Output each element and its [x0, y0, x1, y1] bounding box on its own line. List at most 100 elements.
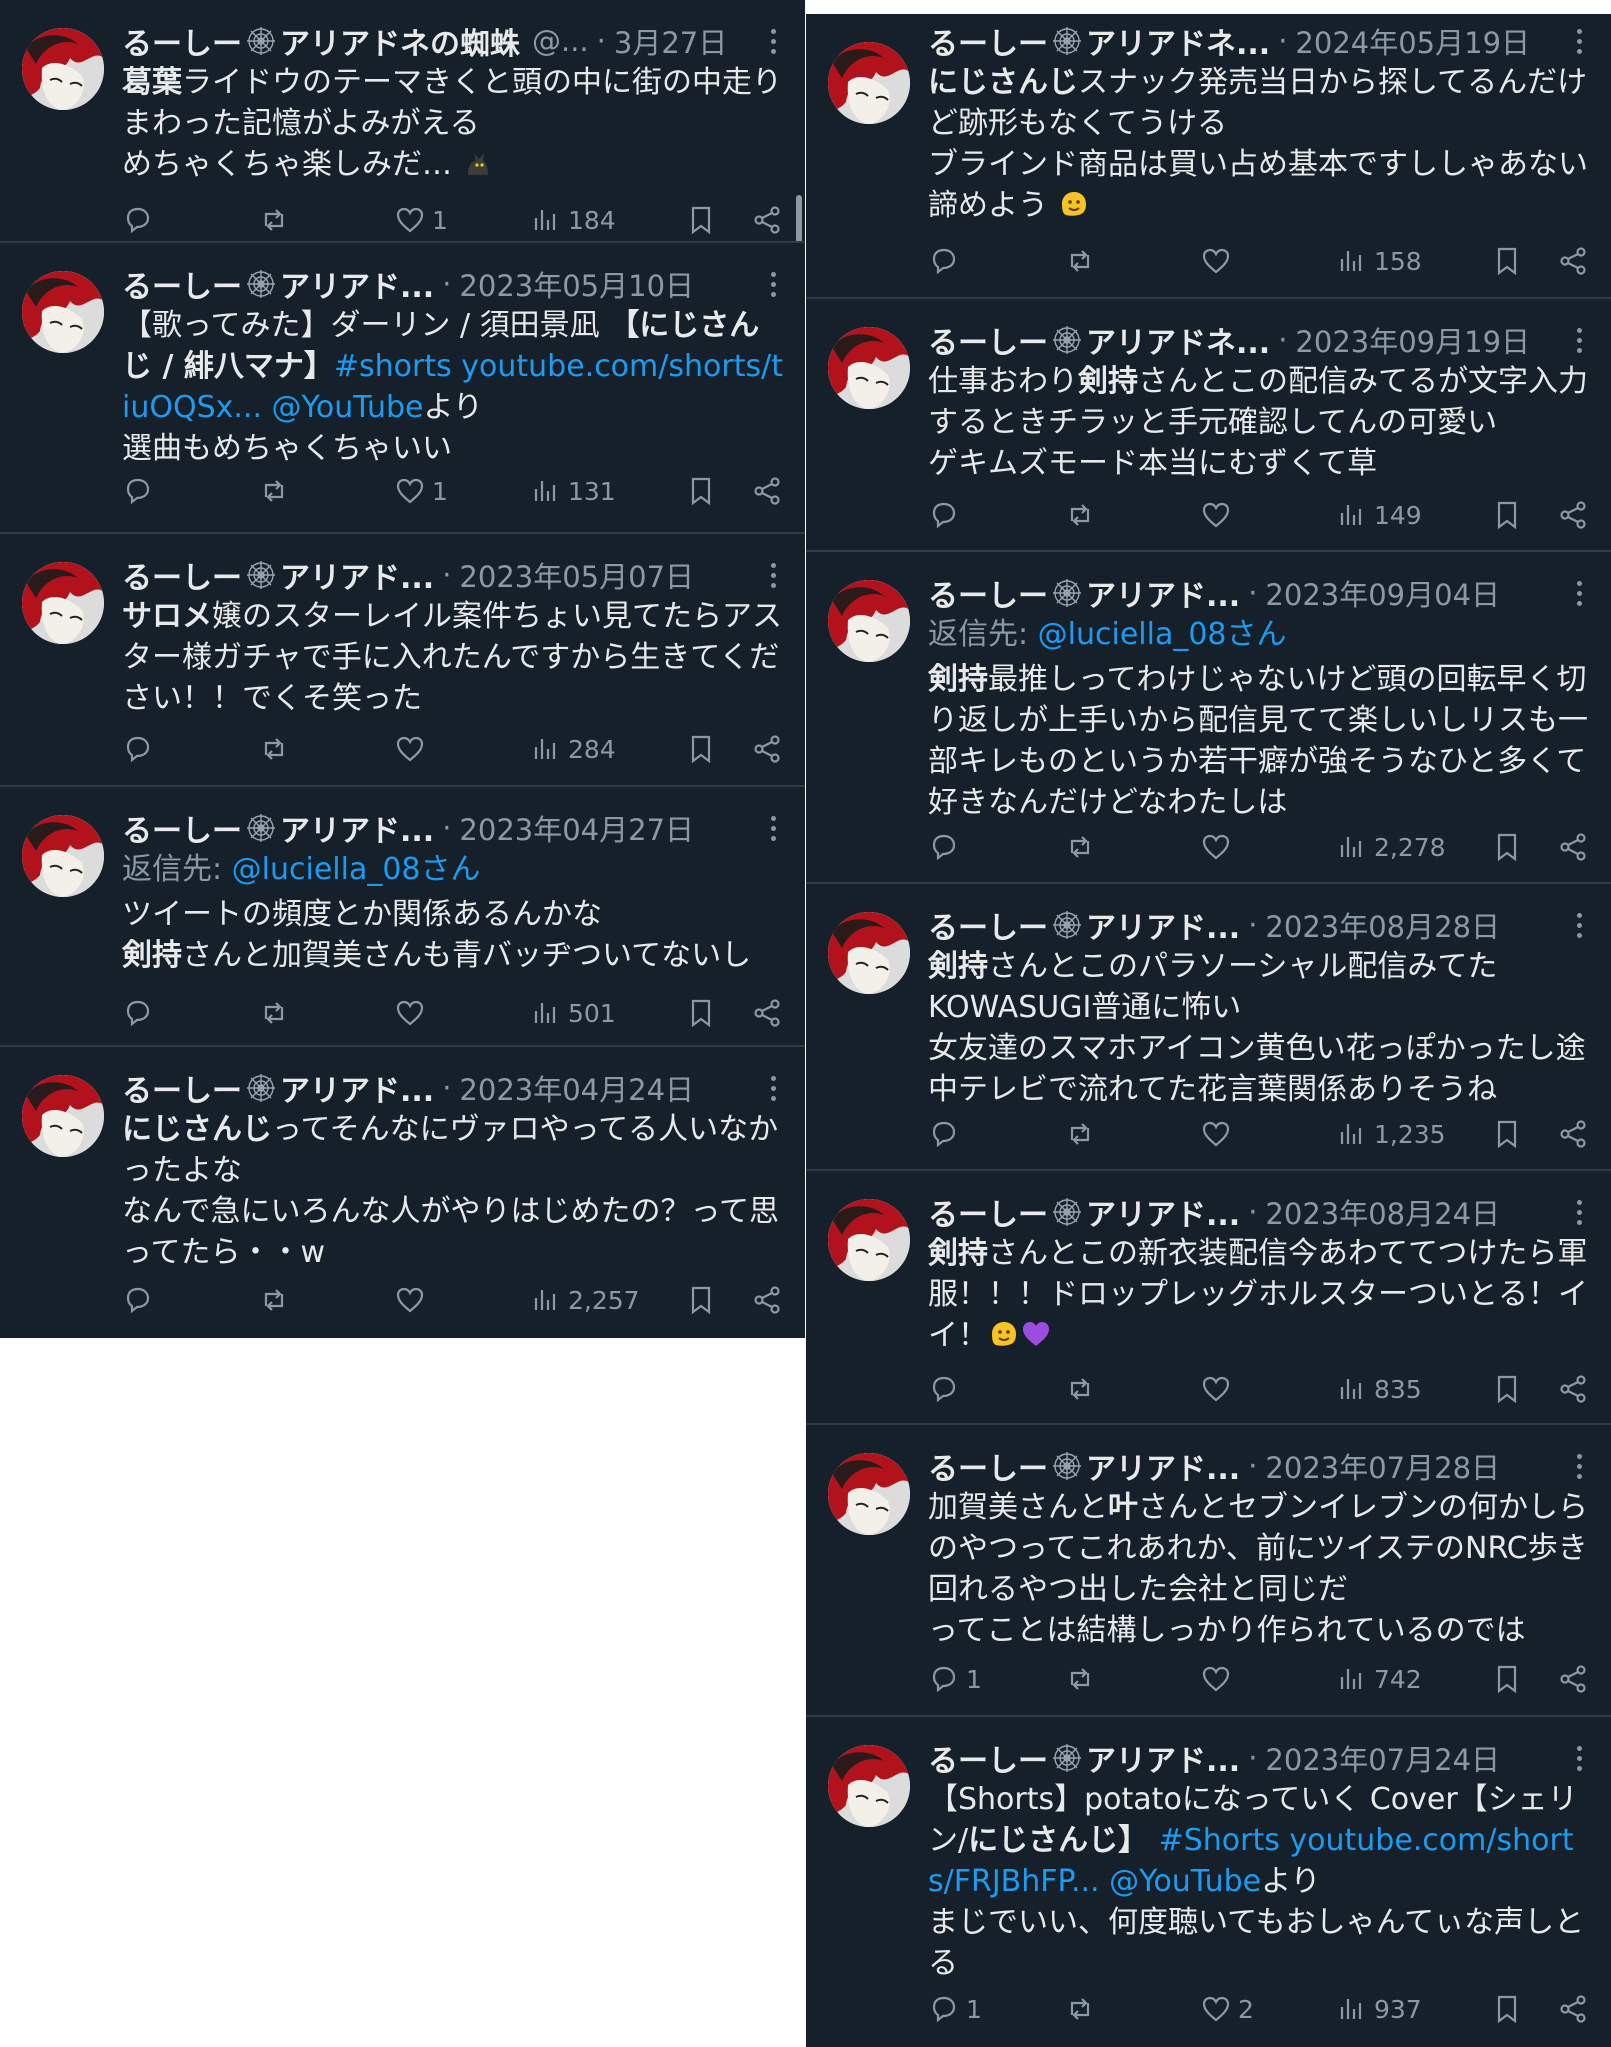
post-date[interactable]: 2023年05月07日 [459, 554, 694, 596]
share-button[interactable] [751, 204, 783, 236]
views-button[interactable]: 937 [1336, 1993, 1422, 2025]
user-name-suffix[interactable]: アリアドネ... [1086, 20, 1270, 62]
user-name-suffix[interactable]: アリアド... [1086, 572, 1240, 614]
mention-link[interactable]: @YouTube [262, 390, 424, 425]
bookmark-button[interactable] [685, 204, 717, 236]
views-button[interactable]: 149 [1336, 499, 1422, 531]
like-button[interactable]: 1 [394, 475, 448, 507]
user-name-suffix[interactable]: アリアド... [280, 1067, 434, 1109]
user-name-suffix[interactable]: アリアド... [280, 263, 434, 305]
share-button[interactable] [1557, 1663, 1589, 1695]
post-date[interactable]: 2024年05月19日 [1295, 20, 1530, 62]
tweet-card[interactable]: るーしー アリアド... · 2023年05月07日 サロメ嬢のスターレイル案件… [0, 534, 805, 787]
avatar[interactable] [828, 1745, 910, 1827]
views-button[interactable]: 284 [530, 733, 616, 765]
like-button[interactable] [1200, 1663, 1232, 1695]
user-name[interactable]: るーしー [928, 904, 1048, 946]
avatar[interactable] [828, 42, 910, 124]
avatar[interactable] [828, 912, 910, 994]
share-button[interactable] [1557, 1993, 1589, 2025]
user-name[interactable]: るーしー [122, 807, 242, 849]
tweet-card[interactable]: るーしー アリアド... · 2023年05月10日 【歌ってみた】ダーリン /… [0, 243, 805, 534]
reply-to-user-link[interactable]: @luciella_08さん [232, 852, 481, 887]
avatar[interactable] [22, 271, 104, 353]
tweet-card[interactable]: るーしー アリアド... · 2023年09月04日 返信先: @luciell… [806, 552, 1611, 884]
reply-button[interactable] [928, 499, 960, 531]
retweet-button[interactable] [1064, 1118, 1096, 1150]
user-name-suffix[interactable]: アリアド... [1086, 904, 1240, 946]
user-name-suffix[interactable]: アリアドネ... [1086, 319, 1270, 361]
share-button[interactable] [751, 1284, 783, 1316]
avatar[interactable] [22, 815, 104, 897]
views-button[interactable]: 2,257 [530, 1284, 640, 1316]
reply-button[interactable] [122, 1284, 154, 1316]
user-name[interactable]: るーしー [122, 20, 242, 62]
avatar[interactable] [828, 580, 910, 662]
share-button[interactable] [1557, 831, 1589, 863]
user-name[interactable]: るーしー [928, 572, 1048, 614]
post-date[interactable]: 2023年07月28日 [1265, 1445, 1500, 1487]
share-button[interactable] [751, 733, 783, 765]
retweet-button[interactable] [258, 1284, 290, 1316]
bookmark-button[interactable] [685, 475, 717, 507]
avatar[interactable] [828, 1199, 910, 1281]
user-name-suffix[interactable]: アリアドネの蜘蛛 [280, 20, 520, 62]
views-button[interactable]: 1,235 [1336, 1118, 1446, 1150]
tweet-card[interactable]: るーしー アリアドネ... · 2023年09月19日 仕事おわり剣持さんとこの… [806, 299, 1611, 552]
user-name-suffix[interactable]: アリアド... [280, 554, 434, 596]
reply-button[interactable] [928, 1373, 960, 1405]
tweet-card[interactable]: るーしー アリアド... · 2023年08月28日 剣持さんとこのパラソーシャ… [806, 884, 1611, 1171]
reply-button[interactable] [122, 997, 154, 1029]
retweet-button[interactable] [258, 733, 290, 765]
more-options-icon[interactable] [1569, 28, 1589, 54]
post-date[interactable]: 2023年05月10日 [459, 263, 694, 305]
views-button[interactable]: 131 [530, 475, 616, 507]
bookmark-button[interactable] [685, 733, 717, 765]
more-options-icon[interactable] [1569, 912, 1589, 938]
retweet-button[interactable] [1064, 499, 1096, 531]
like-button[interactable]: 1 [394, 204, 448, 236]
views-button[interactable]: 2,278 [1336, 831, 1446, 863]
retweet-button[interactable] [1064, 1663, 1096, 1695]
like-button[interactable] [1200, 831, 1232, 863]
retweet-button[interactable] [1064, 831, 1096, 863]
more-options-icon[interactable] [763, 1075, 783, 1101]
post-date[interactable]: 2023年04月27日 [459, 807, 694, 849]
retweet-button[interactable] [258, 204, 290, 236]
views-button[interactable]: 501 [530, 997, 616, 1029]
bookmark-button[interactable] [1491, 1663, 1523, 1695]
post-date[interactable]: 2023年08月24日 [1265, 1191, 1500, 1233]
bookmark-button[interactable] [1491, 1118, 1523, 1150]
like-button[interactable] [394, 997, 426, 1029]
bookmark-button[interactable] [1491, 831, 1523, 863]
user-name-suffix[interactable]: アリアド... [1086, 1445, 1240, 1487]
bookmark-button[interactable] [1491, 1993, 1523, 2025]
tweet-card[interactable]: るーしー アリアドネ... · 2024年05月19日 にじさんじスナック発売当… [806, 14, 1611, 299]
share-button[interactable] [1557, 245, 1589, 277]
share-button[interactable] [1557, 1118, 1589, 1150]
tweet-card[interactable]: るーしー アリアド... · 2023年04月27日 返信先: @luciell… [0, 787, 805, 1047]
user-name[interactable]: るーしー [928, 1445, 1048, 1487]
like-button[interactable] [394, 1284, 426, 1316]
post-date[interactable]: 3月27日 [614, 20, 727, 62]
more-options-icon[interactable] [1569, 1745, 1589, 1771]
user-name-suffix[interactable]: アリアド... [280, 807, 434, 849]
avatar[interactable] [828, 327, 910, 409]
reply-button[interactable] [928, 1118, 960, 1150]
more-options-icon[interactable] [763, 562, 783, 588]
like-button[interactable]: 2 [1200, 1993, 1254, 2025]
mention-link[interactable]: @YouTube [1100, 1864, 1261, 1899]
like-button[interactable] [1200, 1373, 1232, 1405]
tweet-card[interactable]: るーしー アリアド... · 2023年08月24日 剣持さんとこの新衣装配信今… [806, 1171, 1611, 1425]
bookmark-button[interactable] [1491, 499, 1523, 531]
reply-button[interactable] [928, 831, 960, 863]
reply-to-user-link[interactable]: @luciella_08さん [1038, 617, 1287, 652]
post-date[interactable]: 2023年07月24日 [1265, 1737, 1500, 1779]
share-button[interactable] [751, 997, 783, 1029]
bookmark-button[interactable] [685, 997, 717, 1029]
tweet-card[interactable]: るーしー アリアド... · 2023年07月24日 【Shorts】potat… [806, 1717, 1611, 2047]
more-options-icon[interactable] [763, 271, 783, 297]
avatar[interactable] [22, 562, 104, 644]
share-button[interactable] [1557, 499, 1589, 531]
user-name[interactable]: るーしー [122, 554, 242, 596]
